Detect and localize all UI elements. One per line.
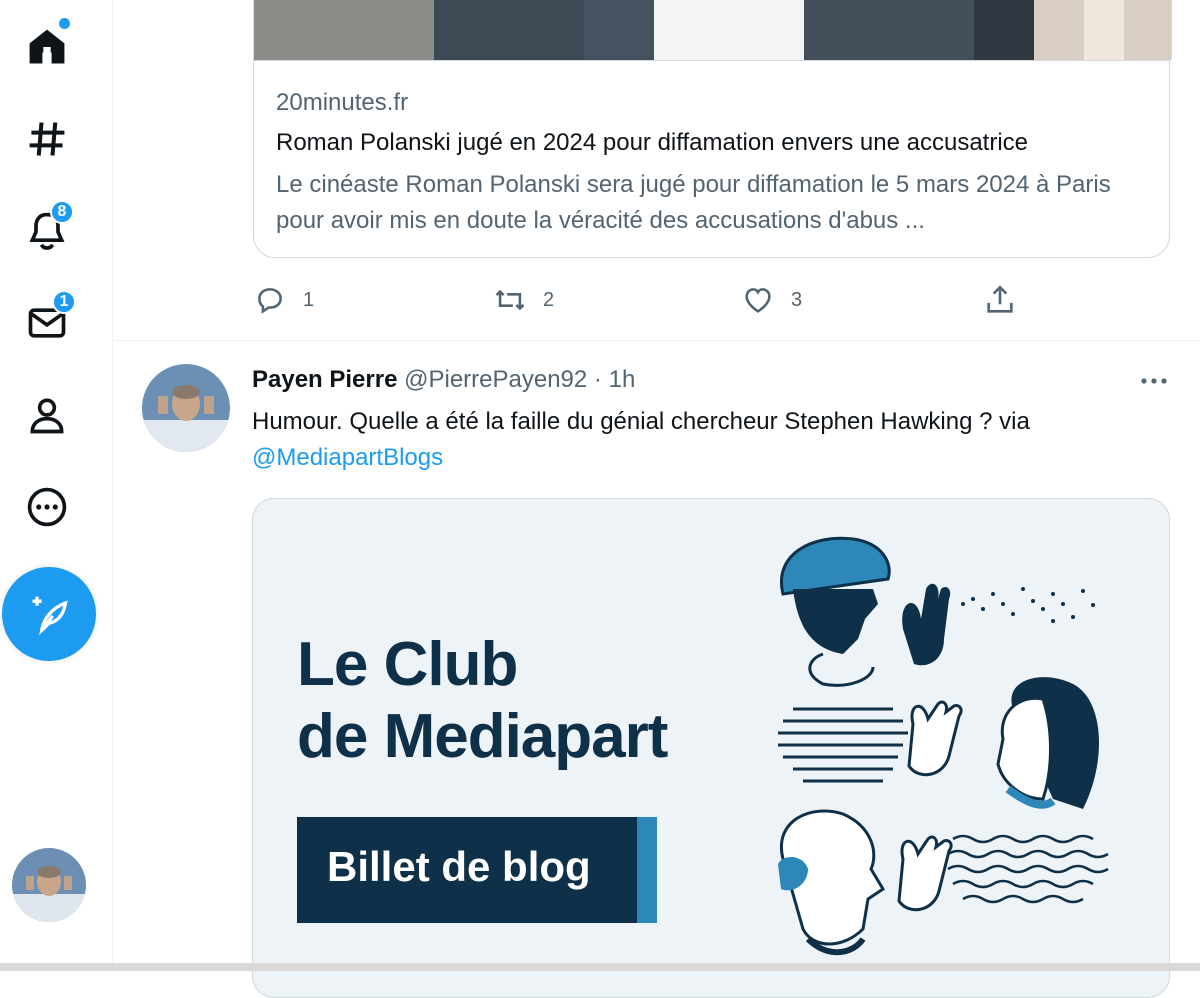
tweet-author-name[interactable]: Payen Pierre — [252, 366, 397, 393]
sidebar-item-messages[interactable]: 1 — [22, 290, 76, 348]
media-title-line1: Le Club — [297, 630, 518, 699]
tweet-media-card[interactable]: Le Club de Mediapart Billet de blog — [252, 498, 1170, 998]
home-notification-dot — [59, 18, 70, 29]
compose-feather-icon — [32, 596, 68, 636]
more-circle-icon — [27, 487, 67, 527]
home-icon — [29, 29, 65, 64]
retweet-count: 2 — [543, 288, 555, 311]
sidebar-item-notifications[interactable]: 8 — [22, 200, 74, 256]
tweet-author-handle[interactable]: @PierrePayen92 — [404, 366, 587, 393]
share-button[interactable] — [983, 283, 1033, 317]
sidebar-item-home[interactable] — [22, 18, 72, 72]
media-title: Le Club de Mediapart — [297, 629, 668, 773]
tweet-mention-link[interactable]: @MediapartBlogs — [252, 444, 443, 471]
messages-badge: 1 — [52, 290, 76, 314]
timeline: 20minutes.fr Roman Polanski jugé en 2024… — [113, 0, 1200, 998]
link-card-domain: 20minutes.fr — [276, 89, 409, 116]
tweet-author-avatar[interactable] — [142, 364, 230, 452]
reply-icon — [258, 288, 282, 314]
like-button[interactable]: 3 — [741, 283, 802, 317]
retweet-button[interactable]: 2 — [493, 283, 554, 317]
tweet-more-button[interactable] — [1134, 366, 1174, 396]
reply-count: 1 — [303, 288, 315, 311]
reply-button[interactable]: 1 — [253, 283, 314, 317]
tweet-timestamp[interactable]: 1h — [609, 366, 636, 393]
link-card-title: Roman Polanski jugé en 2024 pour diffama… — [276, 129, 1029, 156]
media-billet-stripe — [637, 817, 657, 923]
person-icon — [30, 398, 64, 434]
link-card-description: Le cinéaste Roman Polanski sera jugé pou… — [276, 171, 1111, 234]
tweet-header: Payen Pierre @PierrePayen92 · 1h — [252, 366, 635, 394]
tweet-text: Humour. Quelle a été la faille du génial… — [252, 404, 1152, 476]
horizontal-scrollbar[interactable] — [0, 963, 1200, 971]
sidebar-item-explore[interactable] — [22, 114, 72, 164]
media-title-line2: de Mediapart — [297, 702, 668, 771]
link-card-image[interactable] — [253, 0, 1172, 60]
sidebar-item-profile[interactable] — [22, 390, 72, 440]
talking-heads-illustration — [778, 536, 1109, 956]
like-count: 3 — [791, 288, 803, 311]
sidebar-item-more[interactable] — [22, 482, 72, 532]
hashtag-icon — [29, 122, 65, 156]
tweet-divider — [113, 340, 1200, 341]
more-horizontal-icon — [1141, 378, 1167, 384]
sidebar-nav: 8 1 — [0, 0, 113, 971]
tweet-body: Humour. Quelle a été la faille du génial… — [252, 408, 1030, 435]
tweet-separator: · — [593, 366, 602, 393]
tweet-actions: 1 2 3 — [253, 283, 1170, 319]
media-billet-label: Billet de blog — [327, 843, 591, 890]
heart-icon — [745, 288, 771, 313]
link-card[interactable]: 20minutes.fr Roman Polanski jugé en 2024… — [253, 60, 1170, 258]
account-avatar[interactable] — [12, 848, 86, 922]
retweet-icon — [495, 289, 525, 311]
share-icon — [987, 285, 1013, 313]
compose-tweet-button[interactable] — [2, 567, 96, 661]
notifications-badge: 8 — [50, 200, 74, 224]
media-billet-box: Billet de blog — [297, 817, 657, 923]
